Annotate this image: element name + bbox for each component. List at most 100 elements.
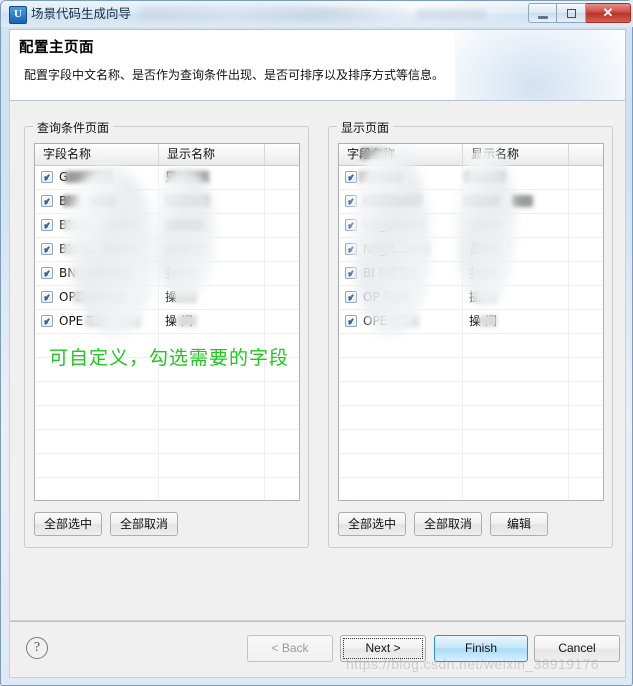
- table-row-empty[interactable]: [339, 478, 603, 500]
- display-page-table-header: 字段名称 显示名称: [339, 144, 603, 166]
- table-row-empty[interactable]: [35, 430, 299, 454]
- row-extra: [265, 382, 299, 405]
- row-extra: [569, 238, 603, 261]
- row-checkbox[interactable]: [345, 267, 357, 279]
- table-row[interactable]: BN 扌: [35, 262, 299, 286]
- row-extra: [569, 478, 603, 500]
- table-row-empty[interactable]: [339, 382, 603, 406]
- row-checkbox[interactable]: [41, 291, 53, 303]
- row-field-name: BI L...: [35, 214, 159, 237]
- row-checkbox[interactable]: [41, 315, 53, 327]
- table-row-empty[interactable]: [35, 454, 299, 478]
- column-header-extra: [569, 144, 603, 165]
- table-row-empty[interactable]: [35, 382, 299, 406]
- row-checkbox[interactable]: [41, 195, 53, 207]
- row-display-name: 操: [463, 286, 569, 309]
- column-header-display-name: 显示名称: [463, 144, 569, 165]
- table-row-empty[interactable]: [35, 478, 299, 500]
- row-display-name: 只: [159, 166, 265, 189]
- column-header-field-name: 字段名称: [339, 144, 463, 165]
- table-row[interactable]: OP R 操: [339, 286, 603, 310]
- table-row[interactable]: OPE T1 操 间: [35, 310, 299, 334]
- maximize-button[interactable]: [557, 3, 586, 23]
- table-row-empty[interactable]: [339, 454, 603, 478]
- row-checkbox[interactable]: [345, 171, 357, 183]
- watermark: https://blog.csdn.net/weixin_38919176: [346, 656, 599, 672]
- row-field-name: OPE ME: [339, 310, 463, 333]
- row-field-name: [339, 406, 463, 429]
- page-description: 配置字段中文名称、是否作为查询条件出现、是否可排序以及排序方式等信息。: [24, 68, 445, 82]
- close-button[interactable]: ✕: [586, 3, 631, 23]
- row-extra: [569, 382, 603, 405]
- query-condition-table[interactable]: 字段名称 显示名称 G 只 BI 编码 BI L... BI H... BN 扌…: [34, 143, 300, 501]
- table-row-empty[interactable]: [339, 430, 603, 454]
- row-checkbox[interactable]: [41, 267, 53, 279]
- deselect-all-button[interactable]: 全部取消: [414, 512, 483, 536]
- row-checkbox[interactable]: [41, 171, 53, 183]
- table-row[interactable]: UE_L...: [339, 214, 603, 238]
- row-checkbox[interactable]: [345, 291, 357, 303]
- row-display-name: [463, 214, 569, 237]
- table-row[interactable]: BI H...: [35, 238, 299, 262]
- row-field-label: OPE T1: [59, 314, 103, 328]
- row-checkbox[interactable]: [41, 243, 53, 255]
- wizard-window: U 场景代码生成向导 ✕ 配置主页面 配置字段中文名称、是否作为查询条件出现、是…: [0, 0, 633, 686]
- redacted-title-region: [141, 7, 411, 21]
- row-field-name: [339, 334, 463, 357]
- wizard-header: 配置主页面 配置字段中文名称、是否作为查询条件出现、是否可排序以及排序方式等信息…: [9, 29, 626, 101]
- table-row-empty[interactable]: [339, 334, 603, 358]
- row-display-name: [463, 166, 569, 189]
- row-display-name: 扌: [463, 262, 569, 285]
- row-checkbox[interactable]: [41, 219, 53, 231]
- table-row-empty[interactable]: [339, 406, 603, 430]
- table-row[interactable]: ODE 背: [339, 190, 603, 214]
- table-row[interactable]: G 只: [35, 166, 299, 190]
- row-field-name: G: [35, 166, 159, 189]
- row-display-name: [159, 430, 265, 453]
- row-field-name: BN: [35, 262, 159, 285]
- maximize-icon: [566, 9, 576, 18]
- table-row[interactable]: BI L...: [35, 214, 299, 238]
- row-display-name: [463, 454, 569, 477]
- app-icon: U: [9, 6, 27, 24]
- table-row[interactable]: OPE 操: [35, 286, 299, 310]
- row-extra: [265, 310, 299, 333]
- row-checkbox[interactable]: [345, 195, 357, 207]
- row-field-name: [35, 430, 159, 453]
- deselect-all-button[interactable]: 全部取消: [110, 512, 179, 536]
- row-display-name: [463, 406, 569, 429]
- row-checkbox[interactable]: [345, 243, 357, 255]
- table-row[interactable]: BI RIBE 扌: [339, 262, 603, 286]
- row-display-name: 背: [463, 190, 569, 213]
- row-extra: [569, 262, 603, 285]
- select-all-button[interactable]: 全部选中: [34, 512, 103, 536]
- row-checkbox[interactable]: [345, 315, 357, 327]
- row-display-name: [159, 214, 265, 237]
- table-row-empty[interactable]: [339, 358, 603, 382]
- back-button[interactable]: < Back: [247, 635, 333, 662]
- display-page-buttons: 全部选中 全部取消 编辑: [338, 512, 549, 536]
- table-row[interactable]: D: [339, 166, 603, 190]
- table-row[interactable]: BI 编码: [35, 190, 299, 214]
- row-field-label: BN: [59, 266, 77, 280]
- row-field-name: UE_L...: [339, 214, 463, 237]
- row-display-name: 操 间: [463, 310, 569, 333]
- select-all-button[interactable]: 全部选中: [338, 512, 407, 536]
- row-field-label: UE_L...: [363, 218, 404, 232]
- edit-button[interactable]: 编辑: [490, 512, 549, 536]
- row-checkbox[interactable]: [345, 219, 357, 231]
- table-row-empty[interactable]: [35, 406, 299, 430]
- minimize-button[interactable]: [528, 3, 557, 23]
- row-display-name: 操 间: [159, 310, 265, 333]
- row-extra: [569, 454, 603, 477]
- row-extra: [569, 358, 603, 381]
- row-field-label: BI L...: [59, 218, 93, 232]
- column-header-extra: [265, 144, 299, 165]
- table-row[interactable]: NE_H... 長: [339, 238, 603, 262]
- help-icon[interactable]: ?: [26, 637, 48, 659]
- window-title: 场景代码生成向导: [31, 6, 132, 21]
- row-extra: [265, 262, 299, 285]
- table-row[interactable]: OPE ME 操 间: [339, 310, 603, 334]
- display-page-table[interactable]: 字段名称 显示名称 D ODE 背 UE_L... NE_H... 長 BI R…: [338, 143, 604, 501]
- page-title: 配置主页面: [19, 40, 94, 56]
